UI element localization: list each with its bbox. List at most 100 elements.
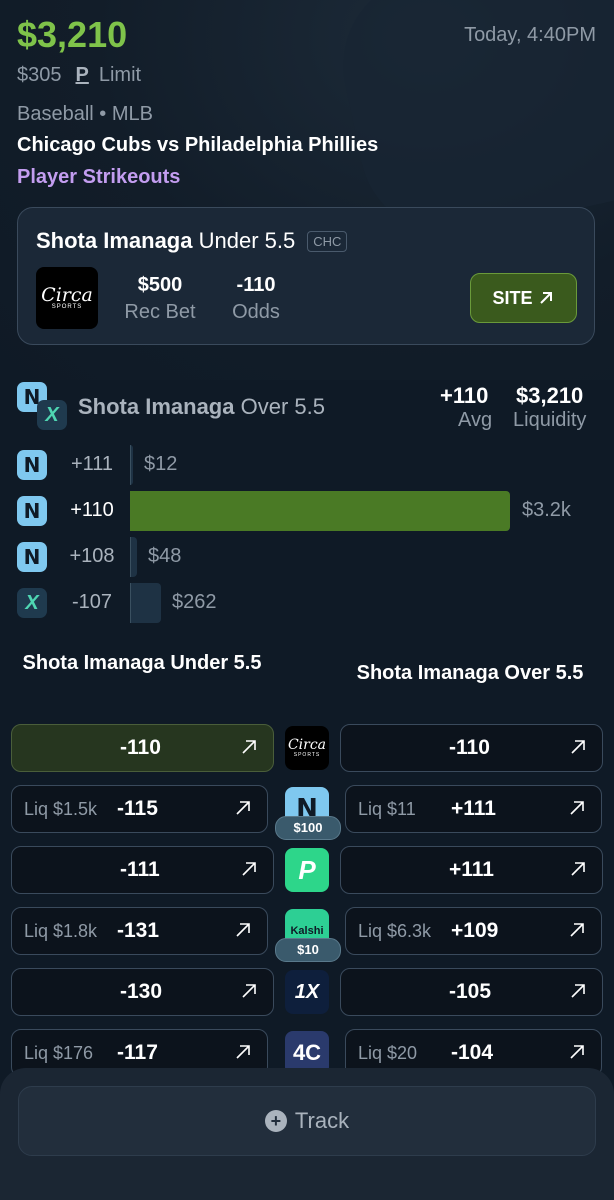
arrow-up-right-icon <box>571 862 585 876</box>
recommended-bet-card: Shota Imanaga Under 5.5 CHC Circa SPORTS… <box>17 207 595 345</box>
arrow-up-right-icon <box>236 801 250 815</box>
odds-value: -111 <box>120 858 160 881</box>
odds-stat: -110 Odds <box>226 274 286 324</box>
track-button[interactable]: + Track <box>18 1086 596 1156</box>
liquidity-label: Liquidity <box>513 409 587 431</box>
market-label: Player Strikeouts <box>17 166 181 188</box>
card-title: Shota Imanaga Under 5.5 CHC <box>36 228 348 254</box>
liquidity-bar <box>130 445 133 485</box>
novig-icon: N <box>17 450 47 480</box>
novig-icon: N <box>17 542 47 572</box>
avg-label: Avg <box>458 409 493 431</box>
liquidity-row: N +110 $3.2k <box>17 491 597 531</box>
prophetx-icon: X <box>37 400 67 430</box>
card-line: Under 5.5 <box>198 228 296 253</box>
circa-sports-icon: Circa SPORTS <box>36 267 98 329</box>
arrow-up-right-icon <box>236 1045 250 1059</box>
liquidity-odds: +111 <box>70 453 114 475</box>
over-odds-button[interactable]: -105 <box>340 968 603 1016</box>
over-odds-button[interactable]: +111 <box>340 846 603 894</box>
rec-bet-value: $500 <box>137 274 183 296</box>
under-odds-button[interactable]: Liq $1.5k -115 <box>11 785 268 833</box>
1xbet-icon: 1X <box>285 970 329 1014</box>
liquidity-label: Liq $1.5k <box>24 799 98 819</box>
limit-label: Limit <box>98 64 142 86</box>
timestamp: Today, 4:40PM <box>464 24 596 46</box>
liquidity-amount: $3.2k <box>522 499 571 521</box>
odds-value: -110 <box>236 274 276 296</box>
liquidity-row: N +108 $48 <box>17 537 597 577</box>
liquidity-odds: +110 <box>70 499 114 521</box>
odds-value: -115 <box>117 797 158 820</box>
liquidity-title: Shota Imanaga Over 5.5 <box>78 394 325 419</box>
liquidity-label: Liq $11 <box>358 799 416 819</box>
liquidity-amount: $48 <box>148 545 182 567</box>
arrow-up-right-icon <box>571 740 585 754</box>
track-label: Track <box>294 1108 350 1133</box>
site-label: SITE <box>492 287 533 308</box>
matchup-title: Chicago Cubs vs Philadelphia Phillies <box>17 134 379 156</box>
odds-value: -117 <box>117 1041 158 1064</box>
bet-amount: $3,210 <box>17 14 128 55</box>
under-odds-button[interactable]: Liq $1.8k -131 <box>11 907 268 955</box>
site-button[interactable]: SITE <box>470 273 577 323</box>
liquidity-row: N +111 $12 <box>17 445 597 485</box>
sport-league: Baseball • MLB <box>17 103 153 126</box>
odds-value: +109 <box>451 919 499 942</box>
arrow-up-right-icon <box>571 984 585 998</box>
liquidity-label: Liq $176 <box>24 1043 94 1063</box>
limit-row: $305 P Limit <box>17 64 141 87</box>
promo-badge: $10 <box>275 938 341 962</box>
separator: • <box>99 103 107 125</box>
over-odds-button[interactable]: Liq $6.3k +109 <box>345 907 602 955</box>
arrow-up-right-icon <box>242 740 256 754</box>
liquidity-bar <box>130 491 510 531</box>
arrow-up-right-icon <box>539 292 552 304</box>
over-odds-button[interactable]: -110 <box>340 724 603 772</box>
odds-value: +111 <box>449 858 494 881</box>
liquidity-odds: -107 <box>71 591 113 613</box>
rec-bet-stat: $500 Rec Bet <box>120 274 200 324</box>
odds-value: -131 <box>117 919 160 942</box>
under-odds-button[interactable]: -130 <box>11 968 274 1016</box>
arrow-up-right-icon <box>242 862 256 876</box>
rec-bet-label: Rec Bet <box>124 301 196 323</box>
arrow-up-right-icon <box>570 1045 584 1059</box>
under-odds-button[interactable]: -110 <box>11 724 274 772</box>
liquidity-label: Liq $20 <box>358 1043 418 1063</box>
card-player: Shota Imanaga <box>36 228 193 253</box>
liquidity-label: Liq $6.3k <box>358 921 432 941</box>
arrow-up-right-icon <box>242 984 256 998</box>
over-odds-button[interactable]: Liq $11 +111 <box>345 785 602 833</box>
odds-value: +111 <box>451 797 496 820</box>
liquidity-odds: +108 <box>69 545 115 567</box>
under-column-header: Shota Imanaga Under 5.5 <box>22 652 262 674</box>
team-tag: CHC <box>307 230 348 252</box>
league-label: MLB <box>111 103 153 125</box>
liquidity-label: Liq $1.8k <box>24 921 98 941</box>
circa-sports-icon: Circa SPORTS <box>285 726 329 770</box>
arrow-up-right-icon <box>570 801 584 815</box>
arrow-up-right-icon <box>236 923 250 937</box>
exchange-combo-icon: N X <box>17 382 67 430</box>
odds-value: -130 <box>120 980 163 1003</box>
prophetx-icon: X <box>17 588 47 618</box>
odds-value: -110 <box>449 736 490 759</box>
odds-label: Odds <box>232 301 280 323</box>
liquidity-bar <box>130 537 137 577</box>
liquidity-bar <box>130 583 161 623</box>
prizepicks-icon: P <box>285 848 329 892</box>
liquidity-amount: $12 <box>144 453 178 475</box>
under-odds-button[interactable]: -111 <box>11 846 274 894</box>
odds-value: -104 <box>451 1041 494 1064</box>
odds-value: -110 <box>120 736 161 759</box>
over-column-header: Shota Imanaga Over 5.5 <box>356 662 584 684</box>
odds-value: -105 <box>449 980 492 1003</box>
novig-icon: N <box>17 496 47 526</box>
liquidity-amount: $262 <box>172 591 217 613</box>
limit-amount: $305 <box>17 64 62 86</box>
liquidity-value: $3,210 <box>516 383 584 408</box>
sport-label: Baseball <box>17 103 94 125</box>
plus-icon: + <box>264 1110 287 1132</box>
avg-value: +110 <box>440 383 489 408</box>
